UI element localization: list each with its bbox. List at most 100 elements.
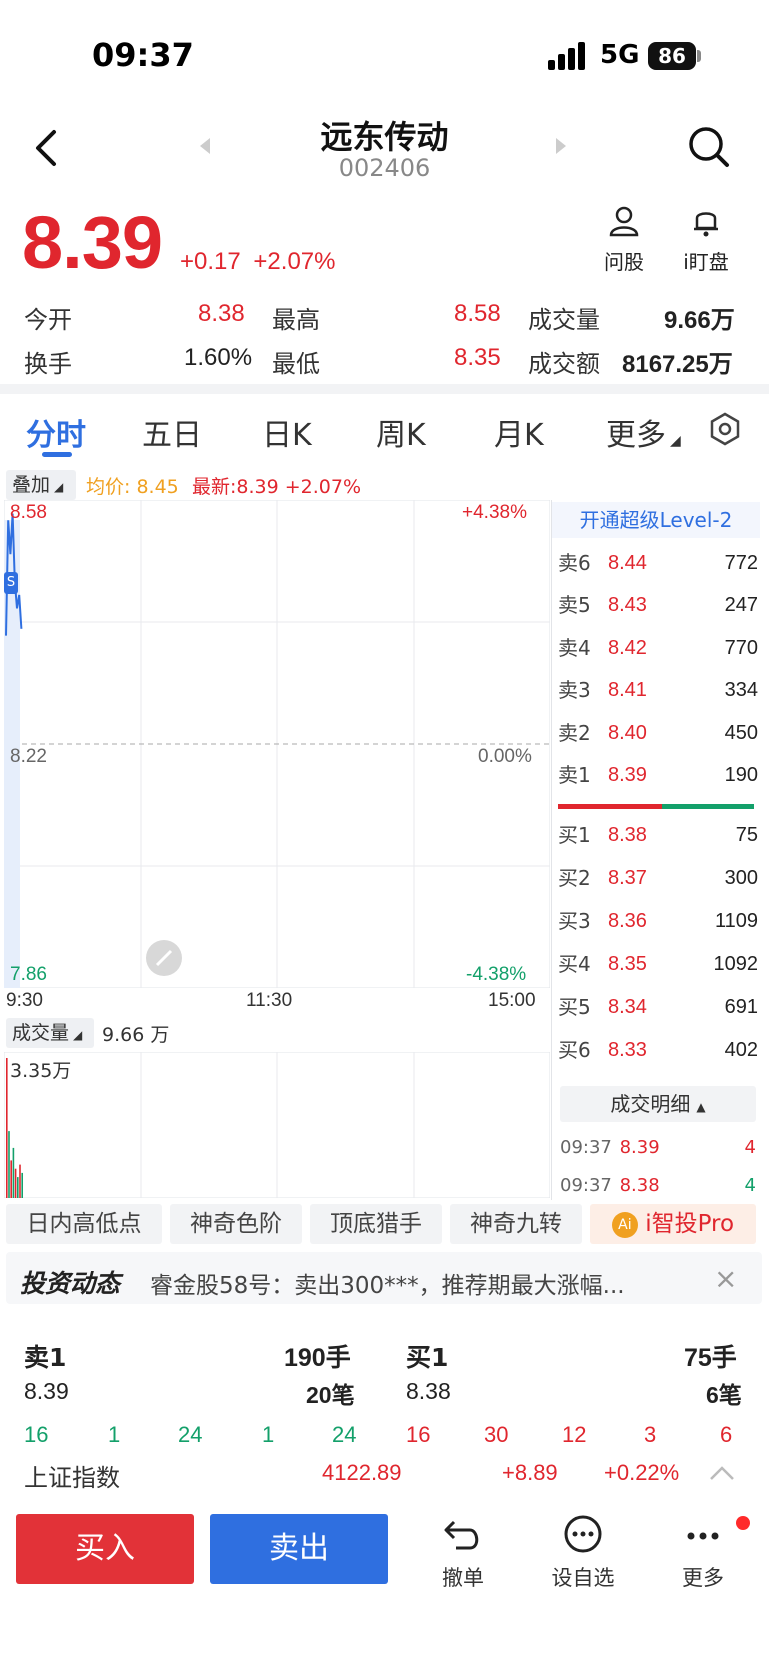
ask-row[interactable]: 卖1 8.39 190 — [558, 760, 758, 790]
chevron-up-icon[interactable] — [708, 1464, 736, 1482]
ask-row[interactable]: 卖3 8.41 334 — [558, 675, 758, 705]
bid-tick: 30 — [484, 1422, 509, 1447]
volume-value: 9.66万 — [664, 307, 735, 334]
more-circle-icon — [564, 1515, 602, 1553]
bid-row[interactable]: 买2 8.37 300 — [558, 863, 758, 893]
tab-five-day[interactable]: 五日 — [142, 410, 202, 454]
ask-price: 8.44 — [608, 552, 647, 574]
trade-row: 09:37 8.39 4 — [560, 1134, 756, 1162]
bid-row[interactable]: 买5 8.34 691 — [558, 992, 758, 1022]
volume-bar — [10, 1160, 12, 1198]
high-value: 8.58 — [454, 300, 501, 327]
volume-bar — [17, 1177, 19, 1198]
tab-daily-k[interactable]: 日K — [262, 410, 312, 454]
chip-top-bottom-hunter[interactable]: 顶底猎手 — [310, 1204, 442, 1244]
ask-price: 8.40 — [608, 722, 647, 744]
close-icon[interactable]: × — [714, 1262, 737, 1295]
bid-tick: 6 — [720, 1422, 733, 1447]
search-icon[interactable] — [686, 124, 732, 170]
watch-button[interactable]: i盯盘 — [668, 204, 744, 275]
bid-label: 买5 — [558, 995, 591, 1019]
chip-intraday-highlow[interactable]: 日内高低点 — [6, 1204, 162, 1244]
stock-name: 远东传动 — [320, 118, 449, 156]
bid-label: 买3 — [558, 909, 591, 933]
time-start: 9:30 — [6, 990, 43, 1011]
battery-icon: 86 — [648, 42, 696, 70]
buy-button[interactable]: 买入 — [16, 1514, 194, 1584]
ask-stock-label: 问股 — [604, 250, 644, 274]
ask-price: 8.42 — [608, 637, 647, 659]
bid-volume: 402 — [724, 1039, 758, 1061]
volume-bar — [19, 1164, 21, 1198]
tab-underline — [42, 452, 72, 457]
bid1-orders: 6笔 — [706, 1382, 742, 1408]
volume-chart[interactable] — [4, 1052, 550, 1198]
settings-icon[interactable] — [708, 412, 742, 446]
last-price: 8.39 — [22, 201, 163, 284]
sell-marker[interactable]: S — [4, 572, 18, 594]
ask1-label: 卖1 — [24, 1343, 67, 1372]
ask-volume: 247 — [724, 594, 758, 616]
ask-price: 8.43 — [608, 594, 647, 616]
chip-magic-nine[interactable]: 神奇九转 — [450, 1204, 582, 1244]
overlay-label: 叠加 — [12, 474, 51, 496]
volume-indicator-button[interactable]: 成交量 ◢ — [6, 1018, 94, 1048]
bid-row[interactable]: 买4 8.35 1092 — [558, 949, 758, 979]
latest-price: 最新:8.39 +2.07% — [192, 476, 362, 498]
ask1-orders: 20笔 — [306, 1382, 355, 1408]
add-watchlist-button[interactable]: 设自选 — [538, 1514, 628, 1592]
ask-row[interactable]: 卖5 8.43 247 — [558, 590, 758, 620]
ask-label: 卖5 — [558, 593, 591, 617]
caret-up-icon: ▲ — [696, 1100, 706, 1114]
intraday-chart[interactable] — [4, 500, 550, 988]
bid-label: 买1 — [558, 823, 591, 847]
cancel-order-label: 撤单 — [442, 1566, 484, 1590]
tab-intraday[interactable]: 分时 — [26, 410, 86, 454]
ask-tick: 16 — [24, 1422, 49, 1447]
sell-button[interactable]: 卖出 — [210, 1514, 388, 1584]
chart-pct-bot: -4.38% — [466, 964, 527, 985]
ask-volume: 190 — [724, 764, 758, 786]
tab-more[interactable]: 更多 ◢ — [606, 410, 681, 454]
chip-magic-color[interactable]: 神奇色阶 — [170, 1204, 302, 1244]
cancel-order-button[interactable]: 撤单 — [418, 1514, 508, 1592]
bell-icon — [694, 212, 718, 237]
bid-price: 8.33 — [608, 1039, 647, 1061]
caret-icon: ◢ — [54, 480, 64, 494]
news-text[interactable]: 睿金股58号：卖出300***，推荐期最大涨幅... — [150, 1266, 670, 1300]
ask-price: 8.39 — [608, 764, 647, 786]
ask-volume: 334 — [724, 679, 758, 701]
bid1-price: 8.38 — [406, 1378, 451, 1404]
bid-row[interactable]: 买3 8.36 1109 — [558, 906, 758, 936]
more-button[interactable]: 更多 — [658, 1514, 748, 1592]
index-value: 4122.89 — [322, 1460, 402, 1485]
index-name[interactable]: 上证指数 — [24, 1458, 120, 1493]
watch-label: i盯盘 — [683, 250, 729, 274]
ask-label: 卖6 — [558, 551, 591, 575]
trade-volume: 4 — [744, 1137, 756, 1158]
trade-detail-button[interactable]: 成交明细 ▲ — [560, 1086, 756, 1122]
bid-row[interactable]: 买1 8.38 75 — [558, 820, 758, 850]
next-stock-icon[interactable] — [556, 138, 566, 154]
ask-tick: 24 — [332, 1422, 357, 1447]
bid-row[interactable]: 买6 8.33 402 — [558, 1035, 758, 1065]
tab-monthly-k[interactable]: 月K — [494, 410, 544, 454]
chip-ai-pro[interactable]: Ai i智投Pro — [590, 1204, 756, 1244]
battery-tip — [697, 50, 701, 62]
undo-icon — [444, 1520, 479, 1550]
section-divider — [0, 384, 769, 394]
network-label: 5G — [600, 40, 640, 70]
ask-row[interactable]: 卖6 8.44 772 — [558, 548, 758, 578]
bid-label: 买4 — [558, 952, 591, 976]
overlay-button[interactable]: 叠加 ◢ — [6, 470, 76, 500]
time-end: 15:00 — [488, 990, 536, 1011]
avg-price: 均价: 8.45 — [86, 476, 179, 498]
ask-stock-button[interactable]: 问股 — [586, 204, 662, 275]
tab-weekly-k[interactable]: 周K — [376, 410, 426, 454]
trade-row: 09:37 8.38 4 — [560, 1172, 756, 1200]
ask-row[interactable]: 卖2 8.40 450 — [558, 718, 758, 748]
ask-row[interactable]: 卖4 8.42 770 — [558, 633, 758, 663]
index-change: +8.89 — [502, 1460, 558, 1485]
level2-upgrade-button[interactable]: 开通超级Level-2 — [552, 502, 760, 538]
person-icon — [609, 206, 639, 237]
